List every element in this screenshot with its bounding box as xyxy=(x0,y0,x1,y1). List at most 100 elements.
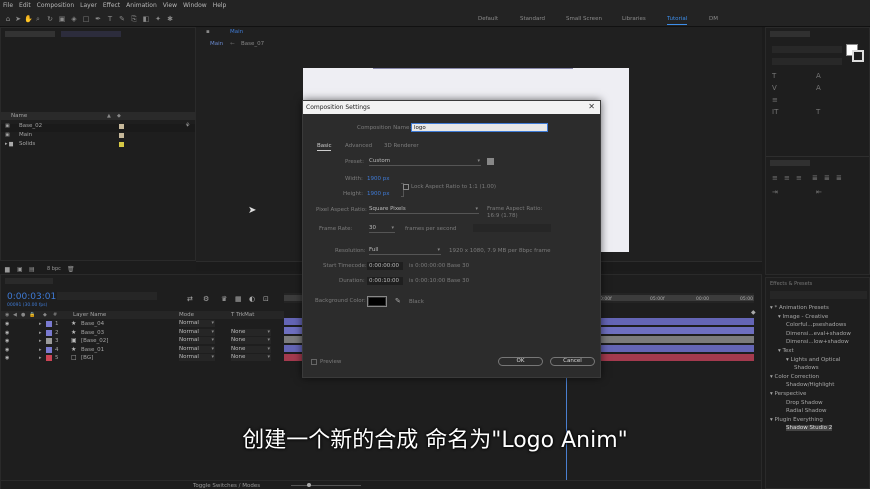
layer-mode-dropdown[interactable]: Normal xyxy=(179,320,215,327)
breadcrumb-main[interactable]: Main xyxy=(210,41,223,47)
project-tab[interactable] xyxy=(5,31,55,37)
preview-checkbox[interactable] xyxy=(311,359,317,365)
tab-basic[interactable]: Basic xyxy=(317,143,332,149)
layer-trkmat-dropdown[interactable]: None xyxy=(231,337,271,344)
zoom-tool-icon[interactable]: ⌕ xyxy=(34,15,42,23)
motion-blur-icon[interactable]: ◐ xyxy=(249,295,255,303)
selection-tool-icon[interactable]: ➤ xyxy=(14,15,22,23)
effects-tree-item[interactable]: ▾ Color Correction xyxy=(770,374,819,380)
project-item[interactable]: ▸ ▆ Solids xyxy=(1,140,195,148)
layer-name-header[interactable]: Layer Name xyxy=(73,311,106,319)
current-timecode[interactable]: 0:00:03:01 xyxy=(7,292,56,302)
flowchart-icon[interactable]: ⚘ xyxy=(185,122,190,129)
effects-tree-item[interactable]: ▾ Perspective xyxy=(770,391,806,397)
lock-aspect-checkbox[interactable] xyxy=(403,184,409,190)
layer-name[interactable]: Base_03 xyxy=(81,329,104,337)
label-color-chip[interactable] xyxy=(119,142,124,147)
effects-tree-item[interactable]: Drop Shadow xyxy=(786,400,823,406)
layer-label-color[interactable] xyxy=(46,321,52,327)
comp-marker-icon[interactable]: ⇄ xyxy=(187,295,193,303)
expand-layer-icon[interactable]: ▸ xyxy=(39,321,42,327)
ok-button[interactable]: OK xyxy=(498,357,543,366)
workspace-standard[interactable]: Standard xyxy=(520,16,545,22)
expand-layer-icon[interactable]: ▸ xyxy=(39,355,42,361)
menu-help[interactable]: Help xyxy=(213,2,227,9)
roto-tool-icon[interactable]: ✦ xyxy=(154,15,162,23)
layer-label-color[interactable] xyxy=(46,329,52,336)
eraser-tool-icon[interactable]: ◧ xyxy=(142,15,150,23)
new-folder-icon[interactable]: ▆ xyxy=(5,266,10,273)
start-timecode-input[interactable]: 0:00:00:00 xyxy=(367,262,403,270)
justify-center-icon[interactable]: ≣ xyxy=(824,174,830,182)
layer-trkmat-dropdown[interactable]: None xyxy=(231,345,271,353)
label-color-chip[interactable] xyxy=(119,124,124,129)
effect-controls-tab[interactable] xyxy=(61,31,121,37)
duration-input[interactable]: 0:00:10:00 xyxy=(367,277,403,285)
visibility-eye-icon[interactable]: ◉ xyxy=(5,347,9,353)
effects-tree-item[interactable]: Dimensi...eval+shadow xyxy=(786,331,851,337)
justify-left-icon[interactable]: ≣ xyxy=(812,174,818,182)
zoom-slider[interactable] xyxy=(291,485,361,486)
align-right-icon[interactable]: ≡ xyxy=(796,174,802,182)
layer-mode-dropdown[interactable]: Normal xyxy=(179,328,215,336)
font-style-dropdown[interactable] xyxy=(772,58,842,65)
visibility-eye-icon[interactable]: ◉ xyxy=(5,330,9,336)
pixel-aspect-dropdown[interactable]: Square Pixels xyxy=(369,206,479,214)
trash-icon[interactable]: 🗑 xyxy=(67,266,75,273)
effects-tree-item[interactable]: ▾ Lights and Optical xyxy=(786,357,840,363)
project-item[interactable]: ▣ Base_02 ⚘ xyxy=(1,122,195,130)
layer-row[interactable]: ◉ ▸ 3 ▣ [Base_02] Normal None xyxy=(1,337,284,345)
effects-panel-title[interactable]: Effects & Presets xyxy=(770,281,812,287)
height-value[interactable]: 1900 px xyxy=(367,191,390,197)
effects-tree-item[interactable]: ▾ Image - Creative xyxy=(778,314,828,320)
align-center-icon[interactable]: ≡ xyxy=(784,174,790,182)
layer-label-color[interactable] xyxy=(46,338,52,344)
menu-animation[interactable]: Animation xyxy=(126,2,157,9)
visibility-eye-icon[interactable]: ◉ xyxy=(5,355,9,361)
layer-row[interactable]: ◉ ▸ 4 ★ Base_01 Normal None xyxy=(1,345,284,354)
effects-tree-item[interactable]: Radial Shadow xyxy=(786,408,826,414)
camera-tool-icon[interactable]: ▣ xyxy=(58,15,66,23)
footage-settings-icon[interactable]: ▤ xyxy=(29,266,35,273)
workspace-dm[interactable]: DM xyxy=(709,16,718,22)
pan-behind-tool-icon[interactable]: ◈ xyxy=(70,15,78,23)
visibility-eye-icon[interactable]: ◉ xyxy=(5,321,9,327)
cancel-button[interactable]: Cancel xyxy=(550,357,595,366)
layer-trkmat-dropdown[interactable]: None xyxy=(231,328,271,336)
name-column-header[interactable]: Name xyxy=(11,112,27,120)
breadcrumb-sub[interactable]: Base_07 xyxy=(241,41,264,47)
viewer-comp-tab[interactable]: Main xyxy=(230,29,243,35)
menu-window[interactable]: Window xyxy=(183,2,207,9)
trkmat-header[interactable]: T TrkMat xyxy=(231,311,254,319)
menu-edit[interactable]: Edit xyxy=(19,2,31,9)
align-left-icon[interactable]: ≡ xyxy=(772,174,778,182)
draft-3d-icon[interactable]: ⚙ xyxy=(203,295,209,303)
menu-view[interactable]: View xyxy=(163,2,177,9)
drop-frame-dropdown[interactable] xyxy=(473,224,551,232)
bpc-label[interactable]: 8 bpc xyxy=(47,266,61,272)
project-item[interactable]: ▣ Main xyxy=(1,131,195,139)
layer-name[interactable]: Base_04 xyxy=(81,320,104,328)
home-icon[interactable]: ⌂ xyxy=(4,15,12,23)
background-color-swatch[interactable] xyxy=(367,296,387,307)
menu-layer[interactable]: Layer xyxy=(80,2,97,9)
expand-layer-icon[interactable]: ▸ xyxy=(39,347,42,353)
layer-mode-dropdown[interactable]: Normal xyxy=(179,337,215,344)
hand-tool-icon[interactable]: ✋ xyxy=(24,15,33,23)
eyedropper-icon[interactable]: ✎ xyxy=(395,297,401,305)
menu-effect[interactable]: Effect xyxy=(103,2,120,9)
frame-rate-dropdown[interactable]: 30 xyxy=(369,225,395,233)
character-tab[interactable] xyxy=(770,31,810,37)
font-family-dropdown[interactable] xyxy=(772,46,842,53)
layer-row[interactable]: ◉ ▸ 2 ★ Base_03 Normal None xyxy=(1,328,284,337)
resolution-dropdown[interactable]: Full xyxy=(369,247,441,255)
menu-composition[interactable]: Composition xyxy=(37,2,74,9)
stamp-tool-icon[interactable]: ⎘ xyxy=(130,15,138,23)
rectangle-tool-icon[interactable]: □ xyxy=(82,15,90,23)
workspace-tutorial[interactable]: Tutorial xyxy=(667,16,688,25)
rotate-tool-icon[interactable]: ↻ xyxy=(46,15,54,23)
comp-name-input[interactable]: logo xyxy=(411,123,548,132)
workspace-default[interactable]: Default xyxy=(478,16,498,22)
shy-icon[interactable]: ♛ xyxy=(221,295,227,303)
paragraph-tab[interactable] xyxy=(770,160,810,166)
